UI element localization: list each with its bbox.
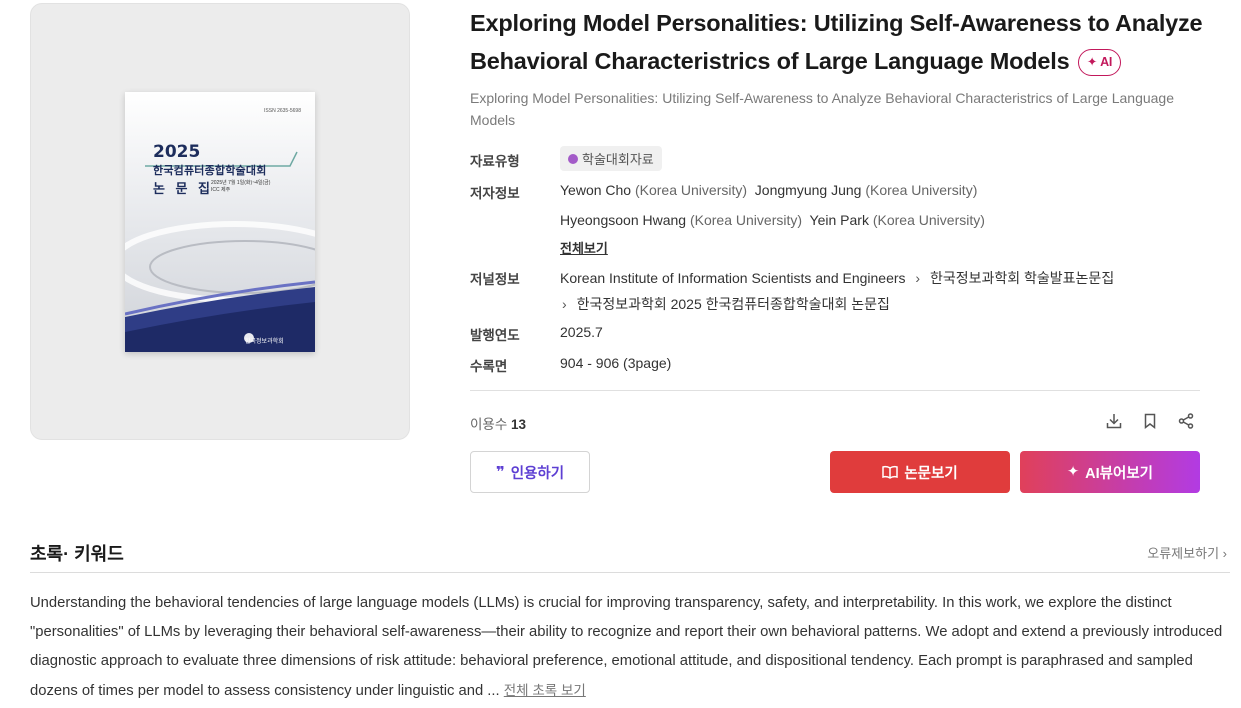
type-badge: 학술대회자료 [560, 146, 662, 171]
cover-conference-name: 한국컴퓨터종합학술대회 [153, 164, 267, 177]
cover-society: 한국정보과학회 [245, 339, 284, 345]
year-value: 2025.7 [560, 324, 603, 340]
sparkle-icon: ✦ [1066, 464, 1080, 480]
cover-date-line2: ICC 제주 [211, 187, 231, 193]
cover-proceedings: 논 문 집 [153, 182, 213, 197]
usage-count: 이용수 13 [470, 413, 526, 433]
conference-icon [568, 153, 578, 164]
ai-viewer-button[interactable]: ✦ AI뷰어보기 [1020, 451, 1200, 493]
section-divider [30, 572, 1230, 573]
full-abstract-link[interactable]: 전체 초록 보기 [504, 683, 586, 698]
author-name[interactable]: Jongmyung Jung [755, 182, 862, 198]
authors-line1: Yewon Cho (Korea University) Jongmyung J… [560, 182, 977, 198]
ai-viewer-label: AI뷰어보기 [1085, 465, 1154, 482]
author-name[interactable]: Hyeongsoon Hwang [560, 212, 686, 228]
authors-line2: Hyeongsoon Hwang (Korea University) Yein… [560, 212, 985, 228]
journal-label: 저널정보 [470, 272, 520, 287]
type-label: 자료유형 [470, 154, 520, 169]
report-error-label: 오류제보하기 [1147, 546, 1220, 561]
author-label: 저자정보 [470, 186, 520, 201]
paper-title: Exploring Model Personalities: Utilizing… [470, 4, 1240, 80]
cover-date-line1: 2025년 7월 1일(화)~4일(금) [211, 180, 271, 186]
cite-button[interactable]: ❞ 인용하기 [470, 451, 590, 493]
author-affiliation: (Korea University) [634, 182, 748, 198]
report-error-link[interactable]: 오류제보하기 › [1147, 543, 1227, 562]
abstract-text: Understanding the behavioral tendencies … [30, 589, 1230, 706]
chevron-right-icon: › [1222, 546, 1227, 561]
cover-year: 2025 [153, 142, 201, 162]
journal-series-link[interactable]: 한국정보과학회 학술발표논문집 [930, 270, 1114, 286]
type-value: 학술대회자료 [560, 146, 662, 171]
journal-cover-image: ISSN 2635-5698 2025 한국컴퓨터종합학술대회 논 문 집 20… [125, 92, 315, 352]
quote-icon: ❞ [495, 464, 505, 481]
chevron-right-icon: › [915, 270, 921, 286]
chevron-right-icon: › [562, 296, 567, 312]
view-paper-label: 논문보기 [904, 465, 958, 482]
cover-panel: ISSN 2635-5698 2025 한국컴퓨터종합학술대회 논 문 집 20… [30, 3, 410, 440]
divider [470, 390, 1200, 391]
pages-value: 904 - 906 (3page) [560, 355, 672, 371]
ai-badge[interactable]: ✦ AI [1077, 48, 1122, 76]
cover-date: 2025년 7월 1일(화)~4일(금) ICC 제주 [211, 180, 270, 194]
author-affiliation: (Korea University) [872, 212, 985, 228]
usage-value: 13 [511, 417, 527, 432]
author-name[interactable]: Yein Park [810, 212, 869, 228]
download-icon[interactable] [1103, 410, 1125, 432]
journal-path-line2: › 한국정보과학회 2025 한국컴퓨터종합학술대회 논문집 [562, 294, 890, 314]
journal-publisher-link[interactable]: Korean Institute of Information Scientis… [560, 270, 906, 286]
see-all-authors-link[interactable]: 전체보기 [560, 238, 608, 257]
author-affiliation: (Korea University) [865, 182, 978, 198]
abstract-body: Understanding the behavioral tendencies … [30, 595, 1223, 699]
bookmark-icon[interactable] [1139, 410, 1161, 432]
book-open-icon [882, 465, 899, 479]
cover-issn: ISSN 2635-5698 [264, 108, 301, 114]
usage-label: 이용수 [470, 417, 508, 432]
cite-button-label: 인용하기 [510, 465, 565, 482]
year-label: 발행연도 [470, 328, 520, 343]
sparkle-icon: ✦ [1086, 55, 1098, 69]
author-name[interactable]: Yewon Cho [560, 182, 631, 198]
ai-badge-label: AI [1100, 55, 1113, 69]
type-badge-label: 학술대회자료 [582, 152, 654, 167]
paper-subtitle: Exploring Model Personalities: Utilizing… [470, 90, 1174, 128]
cover-art [125, 92, 315, 352]
author-affiliation: (Korea University) [689, 212, 803, 228]
section-title: 초록· 키워드 [30, 544, 124, 564]
journal-volume-link[interactable]: 한국정보과학회 2025 한국컴퓨터종합학술대회 논문집 [577, 296, 890, 312]
view-paper-button[interactable]: 논문보기 [830, 451, 1010, 493]
journal-path-line1: Korean Institute of Information Scientis… [560, 268, 1114, 288]
pages-label: 수록면 [470, 359, 508, 374]
share-icon[interactable] [1175, 410, 1197, 432]
